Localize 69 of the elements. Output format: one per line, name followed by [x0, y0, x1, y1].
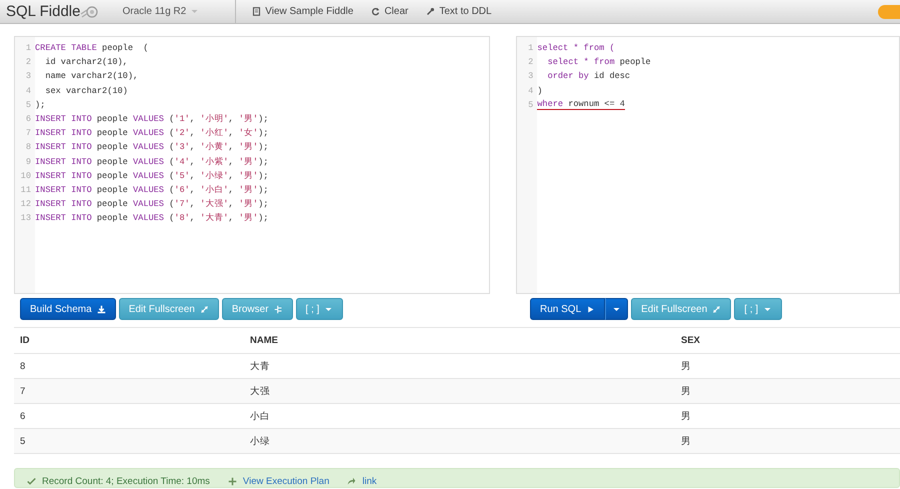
code-line: id varchar2(10), — [44, 57, 128, 68]
line-number: 13 — [20, 213, 32, 224]
tree-icon — [274, 304, 283, 314]
underlined-code-line: where rownum <= 4 — [537, 99, 625, 110]
code-line: name varchar2(10), — [44, 71, 138, 82]
nav-link[interactable]: Text to DDL — [426, 6, 492, 17]
line-number: 3 — [527, 71, 534, 82]
column-header: NAME — [244, 328, 675, 354]
download-icon — [96, 304, 106, 314]
code-line: INSERT INTO people VALUES ('1', '小明', '男'); — [35, 113, 268, 126]
line-number: 5 — [527, 100, 534, 110]
line-number: 12 — [20, 199, 32, 210]
line-number: 3 — [24, 71, 32, 82]
code-line: ); — [35, 100, 46, 110]
line-number: 7 — [24, 128, 32, 138]
line-number: 11 — [20, 184, 32, 195]
column-header: ID — [14, 328, 244, 354]
dropdown-toggle-button[interactable] — [605, 298, 628, 320]
check-icon — [27, 477, 36, 486]
line-number: 6 — [24, 114, 32, 124]
nav-link[interactable]: View Sample Fiddle — [252, 6, 354, 17]
code-line: ) — [537, 86, 542, 96]
line-number: 1 — [24, 43, 32, 54]
database-dropdown[interactable]: Oracle 11g R2 — [122, 6, 200, 17]
code-line: CREATE TABLE people ( — [35, 43, 148, 54]
nav-link[interactable]: Clear — [371, 6, 408, 17]
code-line: INSERT INTO people VALUES ('2', '小红', '女'); — [35, 127, 268, 140]
code-line: INSERT INTO people VALUES ('6', '小白', '男'); — [35, 184, 268, 196]
line-number: 2 — [527, 57, 534, 68]
line-number: 5 — [24, 100, 32, 110]
share-icon — [347, 477, 356, 486]
plus-icon — [228, 477, 237, 486]
column-header: SEX — [675, 328, 900, 354]
table-cell: 大强 — [244, 378, 675, 404]
code-line: INSERT INTO people VALUES ('8', '大青', '男'); — [35, 212, 268, 224]
table-cell: 7 — [14, 378, 244, 404]
code-line: select * from people — [546, 57, 651, 68]
table-cell: 男 — [675, 378, 900, 404]
line-number: 9 — [24, 156, 32, 167]
code-line: order by id desc — [546, 71, 630, 82]
line-number: 2 — [24, 57, 32, 68]
code-line: INSERT INTO people VALUES ('5', '小绿', '男'); — [35, 170, 268, 182]
status-link[interactable]: View Execution Plan — [228, 476, 330, 487]
code-line: sex varchar2(10) — [44, 86, 128, 96]
document-icon — [252, 7, 262, 16]
play-icon — [586, 304, 596, 314]
expand-icon — [712, 304, 722, 314]
toolbar-button[interactable]: Build Schema — [20, 298, 116, 320]
refresh-icon — [371, 7, 380, 16]
line-number: 10 — [20, 170, 32, 181]
code-line: INSERT INTO people VALUES ('7', '大强', '男'); — [35, 198, 268, 210]
line-number: 4 — [527, 86, 534, 96]
line-number: 4 — [24, 86, 32, 96]
line-number: 8 — [24, 142, 32, 152]
table-cell: 小绿 — [244, 428, 675, 454]
status-link[interactable]: link — [347, 476, 377, 487]
logo-icon — [80, 6, 98, 18]
brand-title[interactable]: SQL Fiddle — [6, 3, 80, 20]
table-cell: 男 — [675, 428, 900, 454]
expand-icon — [200, 304, 209, 314]
code-line: INSERT INTO people VALUES ('3', '小黄', '男'); — [35, 141, 268, 154]
code-line: select * from ( — [537, 43, 615, 54]
toolbar-button[interactable]: Run SQL — [530, 298, 606, 320]
table-cell: 5 — [14, 428, 244, 454]
wrench-icon — [426, 7, 436, 16]
line-number: 1 — [527, 43, 534, 54]
code-line: INSERT INTO people VALUES ('4', '小紫', '男'); — [35, 156, 268, 168]
caret-icon — [190, 7, 200, 16]
status-message: Record Count: 4; Execution Time: 10ms — [27, 476, 210, 487]
